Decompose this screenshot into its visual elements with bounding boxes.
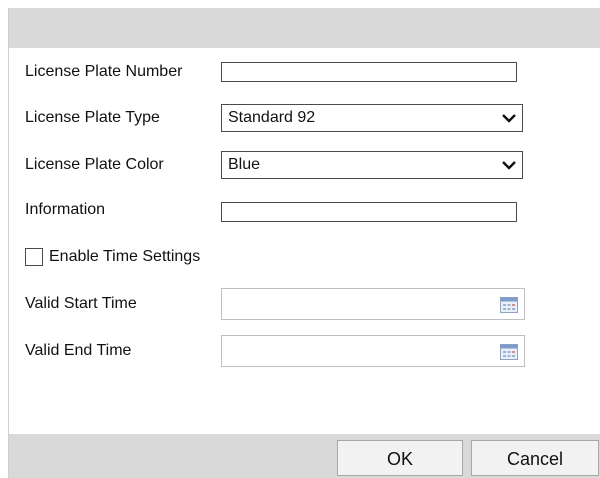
valid-start-time-input[interactable] [221,288,525,320]
enable-time-settings-checkbox[interactable] [25,248,43,266]
license-plate-type-label: License Plate Type [25,109,160,126]
license-plate-number-input[interactable] [221,62,517,82]
information-label: Information [25,201,106,218]
license-plate-type-select[interactable]: Standard 92 [221,104,523,132]
valid-end-time-label: Valid End Time [25,342,132,359]
valid-end-time-input[interactable] [221,335,525,367]
calendar-icon[interactable] [500,344,518,360]
valid-start-time-label: Valid Start Time [25,295,137,312]
ok-button[interactable]: OK [337,440,463,476]
license-plate-color-label: License Plate Color [25,156,164,173]
license-plate-number-row: License Plate Number [9,56,600,88]
enable-time-settings-label[interactable]: Enable Time Settings [49,241,200,273]
add-license-plate-dialog: License Plate Number License Plate Type … [8,8,600,478]
license-plate-type-value: Standard 92 [228,109,316,126]
license-plate-type-row: License Plate Type Standard 92 [9,102,600,134]
license-plate-color-select[interactable]: Blue [221,151,523,179]
chevron-down-icon [502,114,516,123]
dialog-title-bar [9,8,600,48]
license-plate-number-label: License Plate Number [25,63,183,80]
information-row: Information [9,194,600,226]
valid-start-time-row: Valid Start Time [9,288,600,320]
valid-end-time-row: Valid End Time [9,335,600,367]
calendar-icon[interactable] [500,297,518,313]
cancel-button[interactable]: Cancel [471,440,599,476]
license-plate-color-value: Blue [228,156,261,173]
information-input[interactable] [221,202,517,222]
license-plate-color-row: License Plate Color Blue [9,149,600,181]
chevron-down-icon [502,161,516,170]
enable-time-settings-row: Enable Time Settings [9,241,600,273]
dialog-footer: OK Cancel [9,434,600,478]
